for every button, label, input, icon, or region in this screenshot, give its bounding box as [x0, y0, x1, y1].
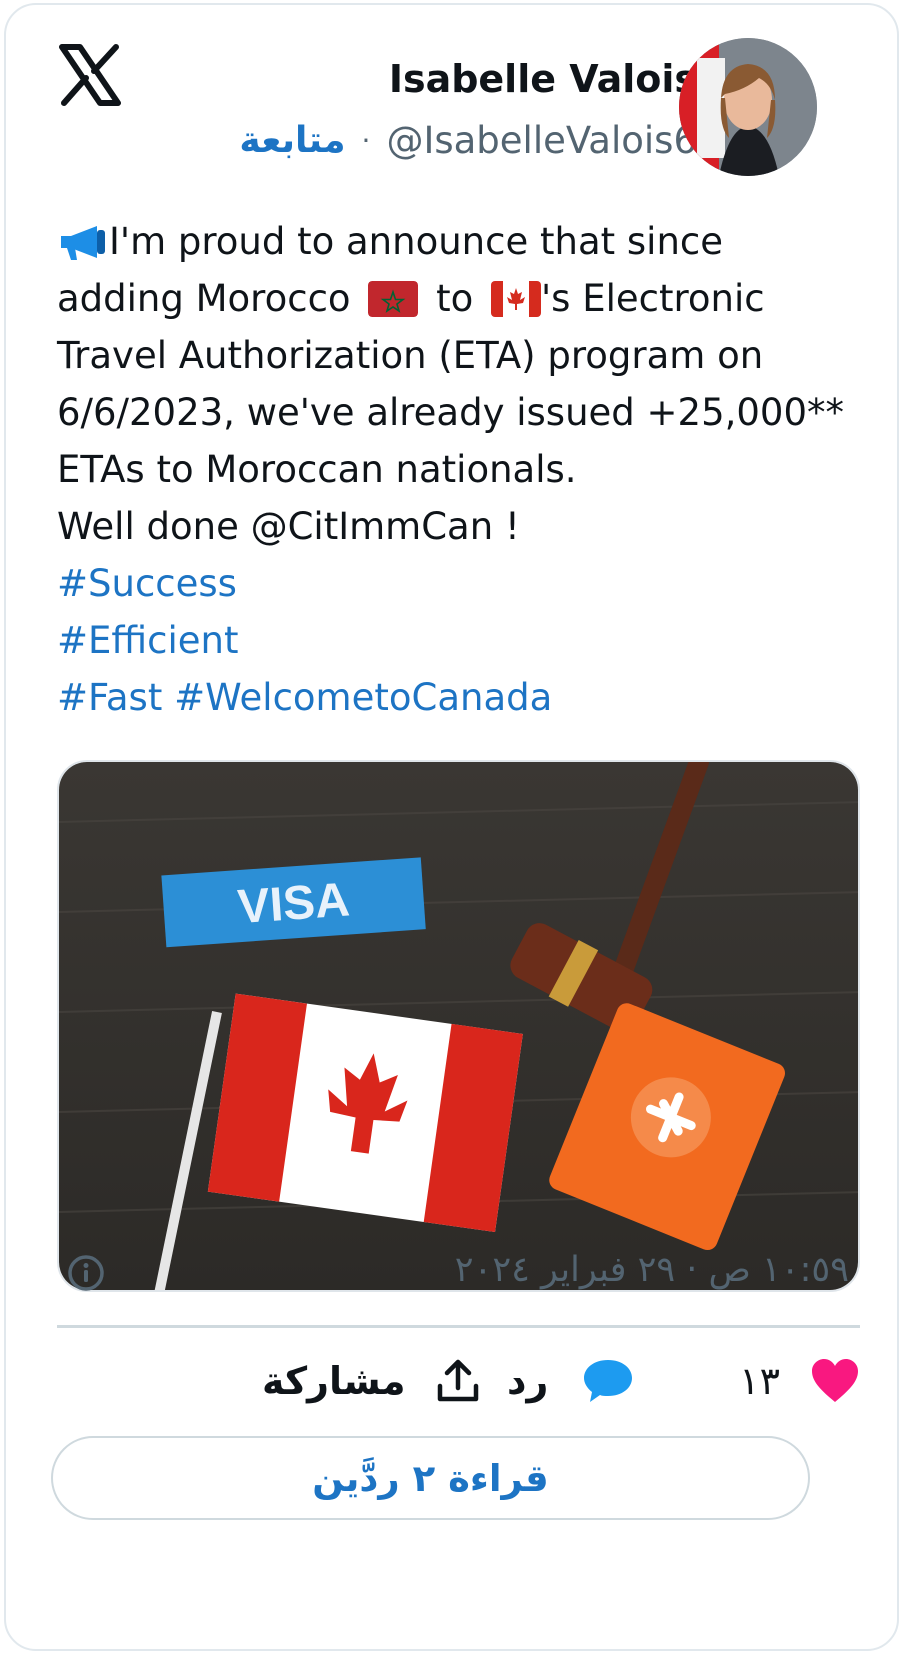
- read-replies-button[interactable]: قراءة ٢ ردَّين: [51, 1436, 810, 1520]
- divider: [57, 1325, 860, 1328]
- x-logo-icon[interactable]: [58, 43, 122, 107]
- hashtag-fast-welcome[interactable]: #Fast #WelcometoCanada: [57, 669, 857, 726]
- reply-bubble-icon: [584, 1360, 633, 1402]
- tweet-line-5: ETAs to Moroccan nationals.: [57, 448, 577, 491]
- reply-action[interactable]: رد: [507, 1341, 634, 1421]
- author-avatar[interactable]: [679, 38, 817, 176]
- share-label: مشاركة: [262, 1359, 406, 1403]
- tweet-line-4: 6/6/2023, we've already issued +25,000**: [57, 391, 845, 434]
- author-handle[interactable]: @IsabelleValois6: [386, 119, 697, 162]
- share-icon: [438, 1359, 479, 1402]
- reply-label: رد: [507, 1359, 549, 1403]
- canada-flag-icon: [491, 281, 541, 317]
- info-icon[interactable]: [66, 1253, 106, 1293]
- tweet-body: I'm proud to announce that since adding …: [57, 213, 857, 726]
- visa-label: VISA: [236, 873, 351, 934]
- tweet-card: Isabelle Valois متابعة · @IsabelleValois…: [4, 3, 899, 1651]
- hashtag-success[interactable]: #Success: [57, 555, 857, 612]
- megaphone-icon: [61, 226, 105, 260]
- action-bar: ١٣ رد مشاركة: [57, 1341, 860, 1421]
- share-action[interactable]: مشاركة: [262, 1341, 481, 1421]
- like-count: ١٣: [739, 1359, 780, 1403]
- like-action[interactable]: ١٣: [739, 1341, 860, 1421]
- hashtag-efficient[interactable]: #Efficient: [57, 612, 857, 669]
- tweet-line-2: adding Morocco to 's Electronic: [57, 277, 765, 320]
- tweet-line-3: Travel Authorization (ETA) program on: [57, 334, 764, 377]
- author-name[interactable]: Isabelle Valois: [389, 57, 697, 101]
- heart-icon: [812, 1359, 858, 1402]
- tweet-line-1: I'm proud to announce that since: [57, 213, 857, 270]
- tweet-timestamp[interactable]: ١٠:٥٩ ص · ٢٩ فبراير ٢٠٢٤: [455, 1250, 849, 1290]
- author-handle-row: متابعة · @IsabelleValois6: [239, 115, 697, 165]
- follow-button[interactable]: متابعة: [239, 120, 345, 161]
- morocco-flag-icon: [368, 281, 419, 317]
- tweet-line-6: Well done @CitImmCan !: [57, 505, 520, 548]
- separator-dot: ·: [361, 123, 371, 157]
- tweet-media-image[interactable]: VISA: [57, 760, 860, 1292]
